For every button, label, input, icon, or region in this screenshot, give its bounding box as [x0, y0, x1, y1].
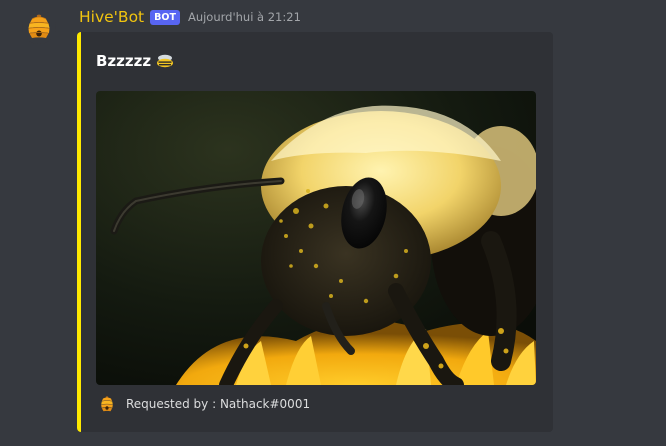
message-embed: Bzzzzz Requested by: Nathack#0001 [77, 32, 553, 432]
message-header: Hive'Bot BOT Aujourd'hui à 21:21 [79, 7, 301, 27]
embed-footer: Requested by : Nathack#0001 [99, 395, 310, 413]
bee-icon [155, 53, 175, 69]
timestamp[interactable]: Aujourd'hui à 21:21 [188, 10, 301, 24]
username[interactable]: Hive'Bot [79, 8, 144, 26]
bumblebee-photo [96, 91, 536, 385]
beehive-icon [99, 395, 115, 413]
avatar[interactable] [22, 10, 56, 44]
embed-accent-bar [77, 32, 81, 432]
embed-image[interactable] [96, 91, 536, 385]
beehive-icon [22, 10, 56, 44]
chat-message: Hive'Bot BOT Aujourd'hui à 21:21 Bzzzzz [0, 0, 666, 446]
embed-title-text: Bzzzzz [96, 52, 152, 70]
embed-title: Bzzzzz [96, 52, 175, 70]
bot-badge: BOT [150, 9, 180, 25]
footer-text: Requested by : Nathack#0001 [126, 397, 311, 411]
